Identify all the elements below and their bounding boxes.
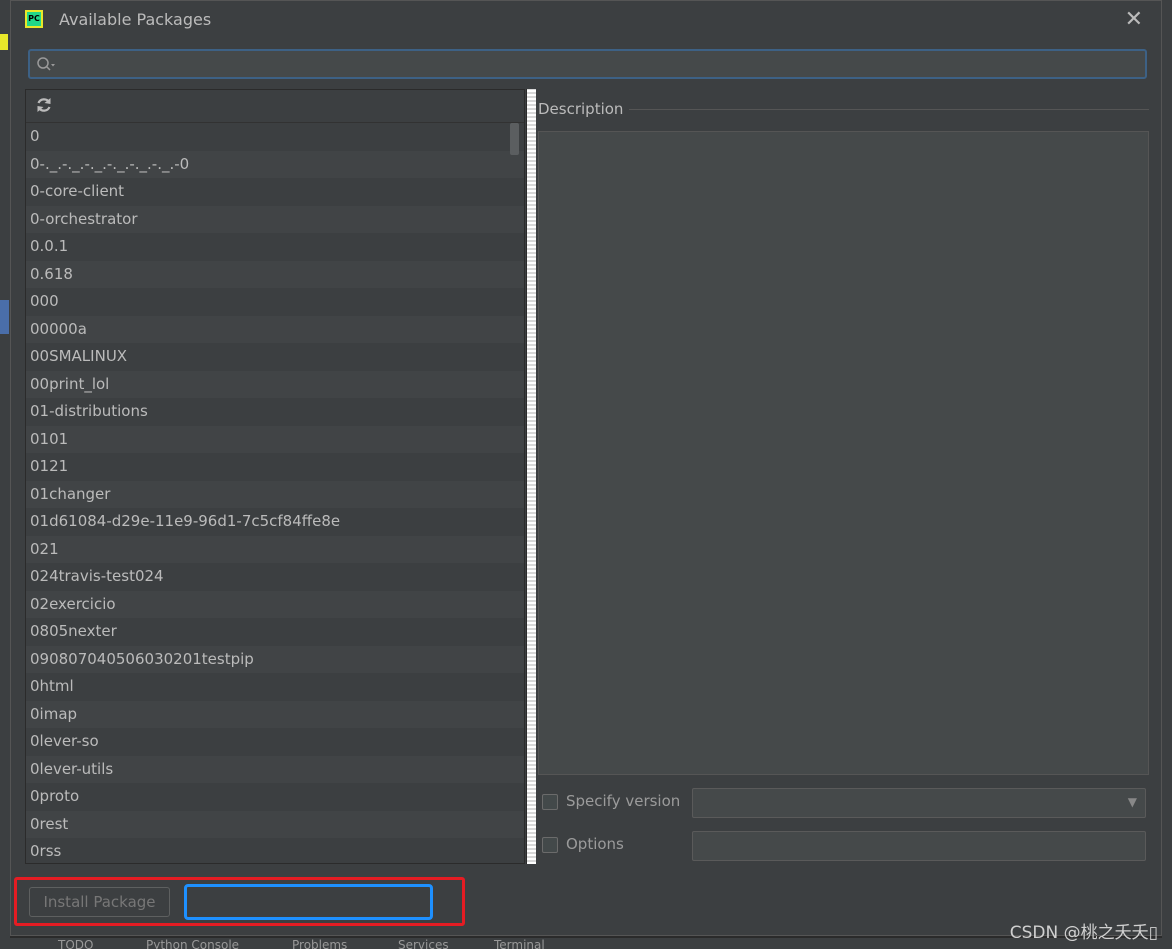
- package-list-item[interactable]: 00000a: [26, 315, 524, 343]
- package-list-item[interactable]: 0-orchestrator: [26, 205, 524, 233]
- package-list-item[interactable]: 0.618: [26, 260, 524, 288]
- tool-tab-services[interactable]: Services: [398, 938, 449, 949]
- package-list-item[interactable]: 01changer: [26, 480, 524, 508]
- package-list-item[interactable]: 0rss: [26, 838, 524, 863]
- package-list[interactable]: 0 0-._.-._.-._.-._.-._.-._.-0 0-core-clien…: [26, 123, 524, 863]
- install-package-button[interactable]: Install Package: [29, 887, 170, 917]
- version-dropdown[interactable]: ▼: [692, 788, 1146, 818]
- package-list-item[interactable]: 000: [26, 288, 524, 316]
- specify-version-checkbox[interactable]: [542, 794, 558, 810]
- package-list-item[interactable]: 02exercicio: [26, 590, 524, 618]
- package-list-item[interactable]: 0rest: [26, 810, 524, 838]
- dialog-title-bar: PC Available Packages ✕: [11, 1, 1161, 37]
- tool-tab-todo[interactable]: TODO: [58, 938, 93, 949]
- package-list-item[interactable]: 0imap: [26, 700, 524, 728]
- options-label: Options: [566, 835, 624, 853]
- package-list-item[interactable]: 0html: [26, 673, 524, 701]
- ide-bottom-toolbar: TODO Python Console Problems Services Te…: [0, 938, 1172, 949]
- search-icon[interactable]: [36, 56, 56, 74]
- package-list-item[interactable]: 090807040506030201testpip: [26, 645, 524, 673]
- ide-background-left: [0, 0, 10, 949]
- ide-selected-tab-fragment: [0, 300, 9, 334]
- csdn-watermark: CSDN @桃之夭夭▯: [1009, 923, 1158, 943]
- package-list-panel: 0 0-._.-._.-._.-._.-._.-._.-0 0-core-clien…: [25, 89, 525, 864]
- package-list-item[interactable]: 00print_lol: [26, 370, 524, 398]
- close-button[interactable]: ✕: [1125, 7, 1143, 32]
- package-list-item[interactable]: 024travis-test024: [26, 563, 524, 591]
- package-list-item[interactable]: 0: [26, 123, 524, 151]
- package-list-item[interactable]: 021: [26, 535, 524, 563]
- available-packages-dialog: PC Available Packages ✕ 0 0-._.-._.-._.-…: [10, 0, 1162, 936]
- package-list-item[interactable]: 0121: [26, 453, 524, 481]
- chevron-down-icon[interactable]: ▼: [1128, 795, 1137, 809]
- dialog-title: Available Packages: [59, 10, 212, 29]
- pycharm-logo-icon: PC: [25, 10, 43, 28]
- package-list-scrollbar[interactable]: [510, 123, 519, 155]
- refresh-icon[interactable]: [34, 95, 54, 120]
- package-list-item[interactable]: 0-._.-._.-._.-._.-._.-._.-0: [26, 150, 524, 178]
- package-list-item[interactable]: 0805nexter: [26, 618, 524, 646]
- package-list-item[interactable]: 0101: [26, 425, 524, 453]
- specify-version-label: Specify version: [566, 792, 681, 810]
- tool-tab-terminal[interactable]: Terminal: [494, 938, 545, 949]
- description-area: [538, 131, 1149, 775]
- description-label: Description: [538, 100, 624, 118]
- package-list-item[interactable]: 0lever-utils: [26, 755, 524, 783]
- search-input[interactable]: [60, 51, 1145, 79]
- options-field[interactable]: [692, 831, 1146, 861]
- tool-tab-python-console[interactable]: Python Console: [146, 938, 239, 949]
- package-list-item[interactable]: 0proto: [26, 783, 524, 811]
- description-separator: [629, 109, 1149, 110]
- package-list-item[interactable]: 0-core-client: [26, 178, 524, 206]
- package-list-item[interactable]: 0.0.1: [26, 233, 524, 261]
- package-list-item[interactable]: 00SMALINUX: [26, 343, 524, 371]
- blue-highlight-annotation: [184, 884, 433, 920]
- package-list-item[interactable]: 01-distributions: [26, 398, 524, 426]
- package-list-item[interactable]: 01d61084-d29e-11e9-96d1-7c5cf84ffe8e: [26, 508, 524, 536]
- ide-background-right: [1162, 0, 1172, 949]
- package-search-field[interactable]: [28, 49, 1147, 79]
- options-checkbox[interactable]: [542, 837, 558, 853]
- package-list-toolbar: [26, 90, 524, 123]
- panel-splitter[interactable]: [526, 89, 536, 864]
- ide-logo-fragment: [0, 34, 8, 50]
- package-list-item[interactable]: 0lever-so: [26, 728, 524, 756]
- tool-tab-problems[interactable]: Problems: [292, 938, 347, 949]
